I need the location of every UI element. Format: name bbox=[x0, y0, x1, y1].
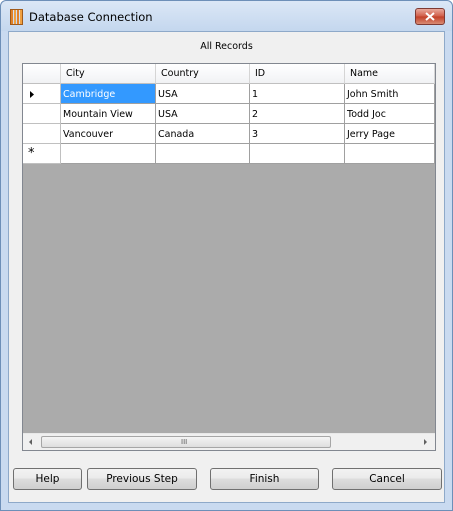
cell-id[interactable]: 3 bbox=[250, 124, 345, 144]
column-header-id[interactable]: ID bbox=[250, 64, 345, 84]
new-row[interactable]: * bbox=[23, 144, 435, 164]
column-header-name[interactable]: Name bbox=[345, 64, 435, 84]
cell-city[interactable]: Mountain View bbox=[61, 104, 156, 124]
grid-caption: All Records bbox=[200, 41, 253, 52]
close-icon bbox=[425, 12, 435, 21]
horizontal-scrollbar[interactable]: III bbox=[23, 433, 435, 450]
title-bar[interactable]: Database Connection bbox=[1, 1, 452, 31]
scroll-grip: III bbox=[181, 438, 188, 446]
new-row-marker: * bbox=[28, 146, 35, 161]
cell-country[interactable]: USA bbox=[156, 104, 250, 124]
cell-name[interactable]: Jerry Page bbox=[345, 124, 435, 144]
database-connection-window: Database Connection All Records City Cou… bbox=[0, 0, 453, 511]
dialog-body: All Records City Country ID Name Cambrid… bbox=[8, 31, 445, 503]
cell-id-new[interactable] bbox=[250, 144, 345, 164]
column-header-country[interactable]: Country bbox=[156, 64, 250, 84]
cell-city[interactable]: Vancouver bbox=[61, 124, 156, 144]
cancel-button[interactable]: Cancel bbox=[332, 468, 442, 490]
table-row[interactable]: Vancouver Canada 3 Jerry Page bbox=[23, 124, 435, 144]
cell-id[interactable]: 2 bbox=[250, 104, 345, 124]
grid-header: City Country ID Name bbox=[23, 64, 435, 84]
cell-country[interactable]: Canada bbox=[156, 124, 250, 144]
scroll-thumb[interactable]: III bbox=[41, 436, 331, 448]
row-header[interactable] bbox=[23, 104, 61, 124]
records-grid[interactable]: City Country ID Name Cambridge USA 1 Joh… bbox=[22, 63, 436, 451]
help-button[interactable]: Help bbox=[13, 468, 82, 490]
app-icon bbox=[10, 9, 23, 25]
table-row[interactable]: Mountain View USA 2 Todd Joc bbox=[23, 104, 435, 124]
scroll-right-icon[interactable] bbox=[421, 438, 429, 446]
cell-city[interactable]: Cambridge bbox=[61, 84, 156, 104]
row-header[interactable] bbox=[23, 124, 61, 144]
arrow-right-icon bbox=[30, 91, 34, 98]
column-header-city[interactable]: City bbox=[61, 64, 156, 84]
close-button[interactable] bbox=[415, 8, 445, 25]
row-header[interactable]: * bbox=[23, 144, 61, 164]
previous-step-button[interactable]: Previous Step bbox=[87, 468, 197, 490]
corner-header-cell[interactable] bbox=[23, 64, 61, 84]
cell-name[interactable]: John Smith bbox=[345, 84, 435, 104]
cell-name-new[interactable] bbox=[345, 144, 435, 164]
window-title: Database Connection bbox=[29, 10, 153, 24]
scroll-left-icon[interactable] bbox=[27, 438, 35, 446]
cell-name[interactable]: Todd Joc bbox=[345, 104, 435, 124]
table-row[interactable]: Cambridge USA 1 John Smith bbox=[23, 84, 435, 104]
cell-city-new[interactable] bbox=[61, 144, 156, 164]
cell-country-new[interactable] bbox=[156, 144, 250, 164]
finish-button[interactable]: Finish bbox=[210, 468, 319, 490]
row-header[interactable] bbox=[23, 84, 61, 104]
cell-id[interactable]: 1 bbox=[250, 84, 345, 104]
cell-country[interactable]: USA bbox=[156, 84, 250, 104]
